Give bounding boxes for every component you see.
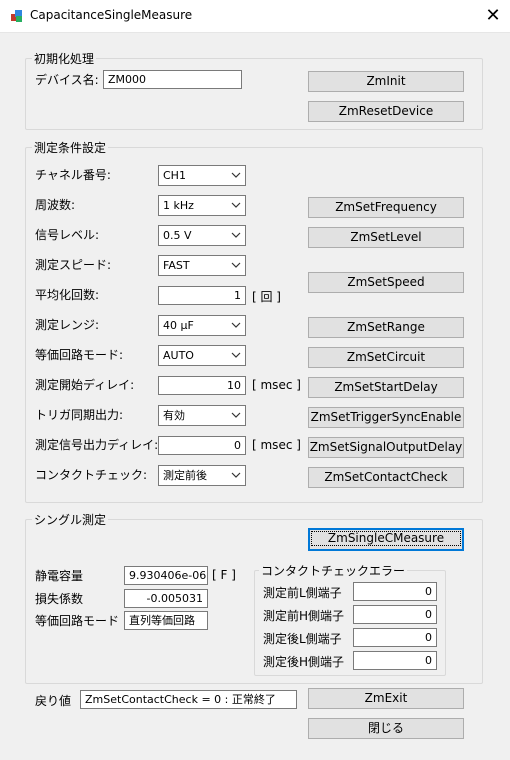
return-value-text: ZmSetContactCheck = 0 : 正常終了: [80, 690, 297, 709]
zmsettriggersyncenable-button[interactable]: ZmSetTriggerSyncEnable: [308, 407, 464, 428]
zmsinglecmeasure-button-label: ZmSingleCMeasure: [311, 531, 461, 546]
chevron-down-icon: [231, 172, 241, 178]
contact-check-select-value: 測定前後: [163, 469, 207, 482]
return-value-label: 戻り値: [35, 694, 72, 708]
trigger-sync-select[interactable]: 有効: [158, 405, 246, 426]
zmresetdevice-button[interactable]: ZmResetDevice: [308, 101, 464, 122]
equivalent-mode-value: 直列等価回路: [124, 611, 208, 630]
pre-h-terminal-label: 測定前H側端子: [263, 609, 345, 623]
frequency-select-value: 1 kHz: [163, 199, 194, 212]
zmsetspeed-button[interactable]: ZmSetSpeed: [308, 272, 464, 293]
device-name-label: デバイス名:: [35, 73, 99, 87]
circuit-mode-select[interactable]: AUTO: [158, 345, 246, 366]
loss-factor-value: -0.005031: [124, 589, 208, 608]
level-select[interactable]: 0.5 V: [158, 225, 246, 246]
init-group-legend: 初期化処理: [32, 50, 97, 67]
level-select-value: 0.5 V: [163, 229, 192, 242]
channel-label: チャネル番号:: [35, 168, 111, 182]
chevron-down-icon: [231, 322, 241, 328]
zmexit-button[interactable]: ZmExit: [308, 688, 464, 709]
channel-select-value: CH1: [163, 169, 186, 182]
post-l-terminal-value: 0: [353, 628, 437, 647]
range-select-value: 40 μF: [163, 319, 194, 332]
chevron-down-icon: [231, 412, 241, 418]
trigger-sync-select-value: 有効: [163, 409, 185, 422]
signal-delay-unit: [ msec ]: [252, 438, 301, 452]
range-label: 測定レンジ:: [35, 318, 100, 332]
zmsetlevel-button[interactable]: ZmSetLevel: [308, 227, 464, 248]
chevron-down-icon: [231, 232, 241, 238]
chevron-down-icon: [231, 352, 241, 358]
zmsetcircuit-button[interactable]: ZmSetCircuit: [308, 347, 464, 368]
zmsetstartdelay-button[interactable]: ZmSetStartDelay: [308, 377, 464, 398]
close-icon[interactable]: ✕: [478, 4, 508, 28]
chevron-down-icon: [231, 262, 241, 268]
close-button[interactable]: 閉じる: [308, 718, 464, 739]
average-count-input[interactable]: 1: [158, 286, 246, 305]
loss-factor-label: 損失係数: [35, 592, 84, 606]
post-l-terminal-label: 測定後L側端子: [263, 632, 342, 646]
level-label: 信号レベル:: [35, 228, 100, 242]
equivalent-mode-label: 等価回路モード: [35, 614, 120, 628]
post-h-terminal-value: 0: [353, 651, 437, 670]
pre-l-terminal-value: 0: [353, 582, 437, 601]
single-measure-legend: シングル測定: [32, 511, 109, 528]
speed-select-value: FAST: [163, 259, 190, 272]
capacitance-value: 9.930406e-06: [124, 566, 208, 585]
frequency-label: 周波数:: [35, 198, 76, 212]
contact-check-label: コンタクトチェック:: [35, 468, 148, 482]
zmsetfrequency-button[interactable]: ZmSetFrequency: [308, 197, 464, 218]
frequency-select[interactable]: 1 kHz: [158, 195, 246, 216]
circuit-mode-label: 等価回路モード:: [35, 348, 124, 362]
channel-select[interactable]: CH1: [158, 165, 246, 186]
pre-l-terminal-label: 測定前L側端子: [263, 586, 342, 600]
post-h-terminal-label: 測定後H側端子: [263, 655, 345, 669]
trigger-sync-label: トリガ同期出力:: [35, 408, 124, 422]
circuit-mode-select-value: AUTO: [163, 349, 194, 362]
chevron-down-icon: [231, 472, 241, 478]
condition-group-legend: 測定条件設定: [32, 139, 109, 156]
start-delay-unit: [ msec ]: [252, 378, 301, 392]
app-icon: [11, 10, 22, 22]
start-delay-label: 測定開始ディレイ:: [35, 378, 135, 392]
start-delay-input[interactable]: 10: [158, 376, 246, 395]
average-unit: [ 回 ]: [252, 290, 281, 304]
zmsetsignaloutputdelay-button[interactable]: ZmSetSignalOutputDelay: [308, 437, 464, 458]
signal-delay-label: 測定信号出力ディレイ:: [35, 438, 159, 452]
pre-h-terminal-value: 0: [353, 605, 437, 624]
window-title: CapacitanceSingleMeasure: [30, 8, 193, 22]
capacitance-unit: [ F ]: [212, 568, 236, 582]
chevron-down-icon: [231, 202, 241, 208]
zmsinglecmeasure-button[interactable]: ZmSingleCMeasure: [308, 528, 464, 551]
device-name-input[interactable]: ZM000: [103, 70, 242, 89]
range-select[interactable]: 40 μF: [158, 315, 246, 336]
signal-delay-input[interactable]: 0: [158, 436, 246, 455]
average-label: 平均化回数:: [35, 288, 100, 302]
capacitance-label: 静電容量: [35, 569, 84, 583]
speed-select[interactable]: FAST: [158, 255, 246, 276]
contact-error-legend: コンタクトチェックエラー: [259, 562, 408, 579]
contact-check-select[interactable]: 測定前後: [158, 465, 246, 486]
zmsetrange-button[interactable]: ZmSetRange: [308, 317, 464, 338]
speed-label: 測定スピード:: [35, 258, 112, 272]
zminit-button[interactable]: ZmInit: [308, 71, 464, 92]
zmsetcontactcheck-button[interactable]: ZmSetContactCheck: [308, 467, 464, 488]
